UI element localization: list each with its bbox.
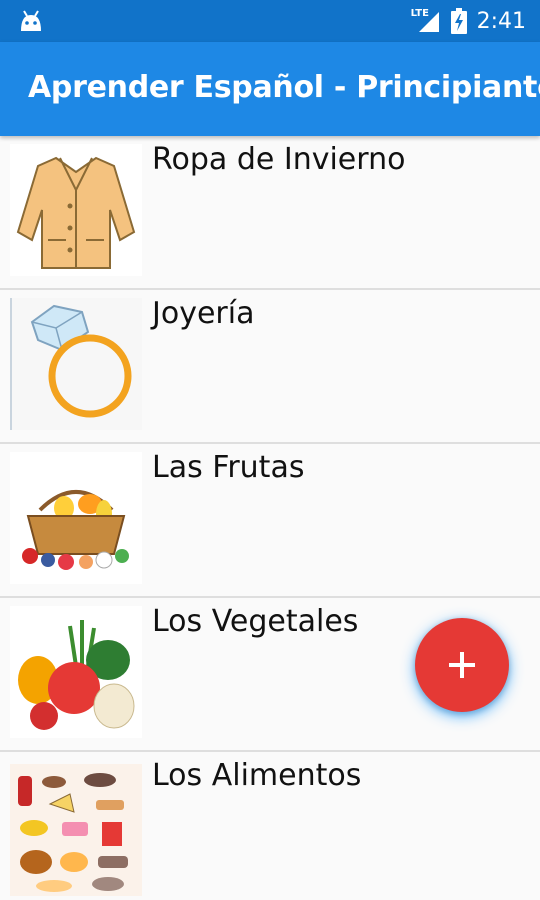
plus-icon	[449, 652, 475, 678]
battery-charging-icon	[450, 8, 467, 34]
list-item[interactable]: Ropa de Invierno	[0, 136, 540, 290]
category-list: Ropa de Invierno Joyería Las Frutas Los …	[0, 136, 540, 900]
list-item[interactable]: Los Alimentos	[0, 752, 540, 900]
item-label: Los Vegetales	[152, 604, 359, 639]
item-label: Joyería	[152, 296, 255, 331]
diamond-ring-icon	[10, 298, 142, 430]
list-item[interactable]: Las Frutas	[0, 444, 540, 598]
status-bar: LTE 2:41	[0, 0, 540, 42]
item-label: Ropa de Invierno	[152, 142, 406, 177]
item-label: Las Frutas	[152, 450, 305, 485]
add-button[interactable]	[415, 618, 509, 712]
foods-icon	[10, 764, 142, 896]
app-bar: Aprender Español - Principiante	[0, 42, 540, 136]
app-title: Aprender Español - Principiante	[28, 70, 540, 105]
vegetables-icon	[10, 606, 142, 738]
fruit-basket-icon	[10, 452, 142, 584]
signal-icon: LTE	[411, 8, 441, 34]
item-label: Los Alimentos	[152, 758, 362, 793]
winter-coat-icon	[10, 144, 142, 276]
android-icon	[21, 10, 41, 31]
list-item[interactable]: Joyería	[0, 290, 540, 444]
clock: 2:41	[476, 8, 526, 34]
